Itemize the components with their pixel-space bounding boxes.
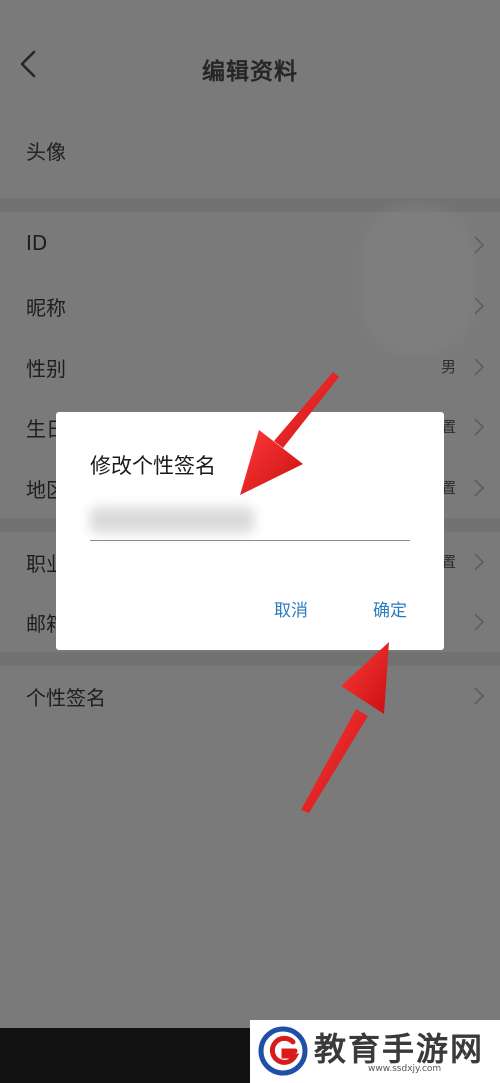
chevron-right-icon xyxy=(474,613,485,631)
signature-input[interactable] xyxy=(90,502,410,541)
top-bar: 编辑资料 xyxy=(0,30,500,100)
row-value: 男 xyxy=(440,358,456,376)
chevron-right-icon xyxy=(474,236,485,254)
site-watermark: 教育手游网 www.ssdxjy.com xyxy=(250,1020,500,1083)
watermark-url: www.ssdxjy.com xyxy=(368,1064,442,1074)
row-label: 昵称 xyxy=(26,296,66,320)
page-title: 编辑资料 xyxy=(202,59,298,85)
confirm-button[interactable]: 确定 xyxy=(373,596,407,621)
row-nickname[interactable]: 昵称 xyxy=(0,276,500,336)
cancel-button[interactable]: 取消 xyxy=(274,596,308,621)
chevron-right-icon xyxy=(474,553,485,571)
row-label: 性别 xyxy=(26,357,66,381)
chevron-right-icon xyxy=(474,687,485,705)
status-bar xyxy=(0,0,500,30)
row-gender[interactable]: 性别 男 xyxy=(0,337,500,397)
row-label: 头像 xyxy=(26,140,66,164)
site-logo-icon xyxy=(258,1026,308,1076)
row-avatar[interactable]: 头像 xyxy=(0,120,500,180)
row-signature[interactable]: 个性签名 xyxy=(0,666,500,726)
row-id[interactable]: ID xyxy=(0,215,500,275)
chevron-right-icon xyxy=(474,479,485,497)
edit-signature-dialog: 修改个性签名 取消 确定 xyxy=(56,412,444,650)
row-label: 个性签名 xyxy=(26,686,106,710)
chevron-right-icon xyxy=(474,358,485,376)
row-label: ID xyxy=(26,231,48,255)
section-divider xyxy=(0,652,500,666)
dialog-title: 修改个性签名 xyxy=(90,454,216,478)
chevron-right-icon xyxy=(474,418,485,436)
chevron-right-icon xyxy=(474,297,485,315)
